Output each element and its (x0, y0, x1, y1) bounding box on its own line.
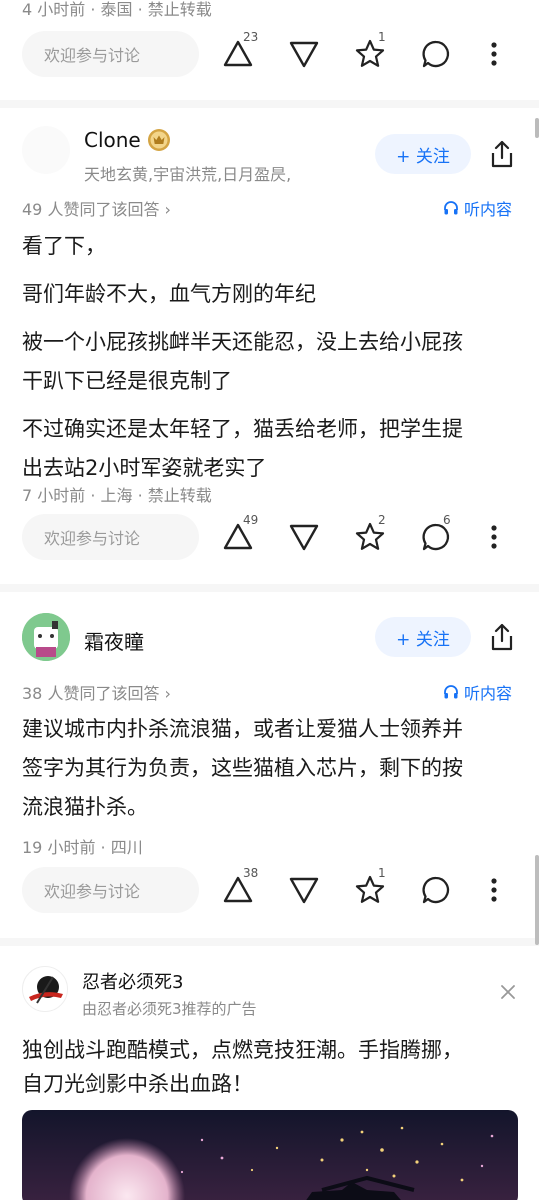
share-button[interactable] (482, 617, 522, 657)
ad-banner-image[interactable] (22, 1110, 518, 1200)
answer-line: 看了下， (22, 234, 106, 258)
author-bio: 天地玄黄,宇宙洪荒,日月盈昃,辰宿... (84, 165, 290, 184)
ad-subtitle: 由忍者必须死3推荐的广告 (82, 1000, 257, 1018)
answer-meta: 4 小时前 · 泰国 · 禁止转载 (22, 0, 212, 19)
comment-button[interactable] (416, 870, 456, 910)
answer-line: 建议城市内扑杀流浪猫，或者让爱猫人士领养并 (22, 717, 463, 741)
vip-badge-icon (147, 128, 171, 152)
share-icon (491, 140, 513, 168)
listen-button[interactable]: 听内容 (443, 680, 512, 704)
downvote-button[interactable] (284, 870, 324, 910)
answer-meta: 19 小时前 · 四川 (22, 838, 143, 857)
follow-button[interactable]: + 关注 (375, 617, 471, 657)
scrollbar-thumb[interactable] (535, 855, 539, 945)
answer-line: 不过确实还是太年轻了，猫丢给老师，把学生提 (22, 417, 463, 441)
answer-meta: 7 小时前 · 上海 · 禁止转载 (22, 486, 212, 505)
share-icon (491, 623, 513, 651)
answer-card: Clone 天地玄黄,宇宙洪荒,日月盈昃,辰宿... + 关注 49 人赞同了该… (0, 108, 539, 584)
downvote-icon (289, 41, 319, 68)
downvote-button[interactable] (284, 34, 324, 74)
scrollbar-track-hint (535, 118, 539, 138)
author-name[interactable]: Clone (84, 128, 141, 152)
comment-icon (422, 40, 450, 68)
star-count: 1 (378, 30, 386, 44)
comment-count: 6 (443, 513, 451, 527)
star-count: 1 (378, 866, 386, 880)
ad-avatar[interactable] (22, 966, 68, 1012)
upvote-count: 38 (243, 866, 259, 880)
agree-count-link[interactable]: 38 人赞同了该回答 › (22, 680, 171, 704)
star-count: 2 (378, 513, 386, 527)
discuss-input[interactable]: 欢迎参与讨论 (22, 31, 199, 77)
avatar[interactable] (22, 126, 70, 174)
answer-line: 流浪猫扑杀。 (22, 795, 148, 819)
answer-line: 干趴下已经是很克制了 (22, 369, 232, 393)
answer-card: 霜夜瞳 + 关注 38 人赞同了该回答 › 听内容 建议城市内扑杀流浪猫，或者让… (0, 592, 539, 938)
top-answer-card: 4 小时前 · 泰国 · 禁止转载 欢迎参与讨论 23 1 (0, 0, 539, 100)
upvote-count: 49 (243, 513, 259, 527)
comment-icon (422, 876, 450, 904)
discuss-input[interactable]: 欢迎参与讨论 (22, 514, 199, 560)
follow-button[interactable]: + 关注 (375, 134, 471, 174)
downvote-icon (289, 877, 319, 904)
headphones-icon (444, 201, 458, 215)
answer-line: 被一个小屁孩挑衅半天还能忍，没上去给小屁孩 (22, 330, 463, 354)
ad-line: 自刀光剑影中杀出血路！ (22, 1072, 253, 1096)
agree-count-link[interactable]: 49 人赞同了该回答 › (22, 196, 171, 220)
avatar[interactable] (22, 613, 70, 661)
listen-label: 听内容 (464, 684, 513, 703)
answer-body[interactable]: 看了下， 哥们年龄不大，血气方刚的年纪 被一个小屁孩挑衅半天还能忍，没上去给小屁… (22, 227, 522, 488)
ad-body[interactable]: 独创战斗跑酷模式，点燃竞技狂潮。手指腾挪， 自刀光剑影中杀出血路！ (22, 1033, 522, 1101)
comment-button[interactable] (416, 34, 456, 74)
ad-title[interactable]: 忍者必须死3 (82, 968, 183, 994)
ad-line: 独创战斗跑酷模式，点燃竞技狂潮。手指腾挪， (22, 1038, 463, 1062)
listen-button[interactable]: 听内容 (443, 196, 512, 220)
more-button[interactable] (474, 34, 514, 74)
answer-line: 哥们年龄不大，血气方刚的年纪 (22, 282, 316, 306)
more-icon (491, 42, 497, 66)
close-icon (501, 985, 515, 999)
answer-body[interactable]: 建议城市内扑杀流浪猫，或者让爱猫人士领养并 签字为其行为负责，这些猫植入芯片，剩… (22, 710, 522, 827)
more-button[interactable] (474, 870, 514, 910)
close-button[interactable] (490, 974, 526, 1010)
listen-label: 听内容 (464, 200, 513, 219)
discuss-input[interactable]: 欢迎参与讨论 (22, 867, 199, 913)
share-button[interactable] (482, 134, 522, 174)
downvote-icon (289, 524, 319, 551)
ad-card[interactable]: 忍者必须死3 由忍者必须死3推荐的广告 独创战斗跑酷模式，点燃竞技狂潮。手指腾挪… (0, 946, 539, 1200)
more-icon (491, 525, 497, 549)
answer-line: 签字为其行为负责，这些猫植入芯片，剩下的按 (22, 756, 463, 780)
downvote-button[interactable] (284, 517, 324, 557)
headphones-icon (444, 685, 458, 699)
more-icon (491, 878, 497, 902)
upvote-count: 23 (243, 30, 259, 44)
author-name[interactable]: 霜夜瞳 (84, 626, 144, 655)
more-button[interactable] (474, 517, 514, 557)
